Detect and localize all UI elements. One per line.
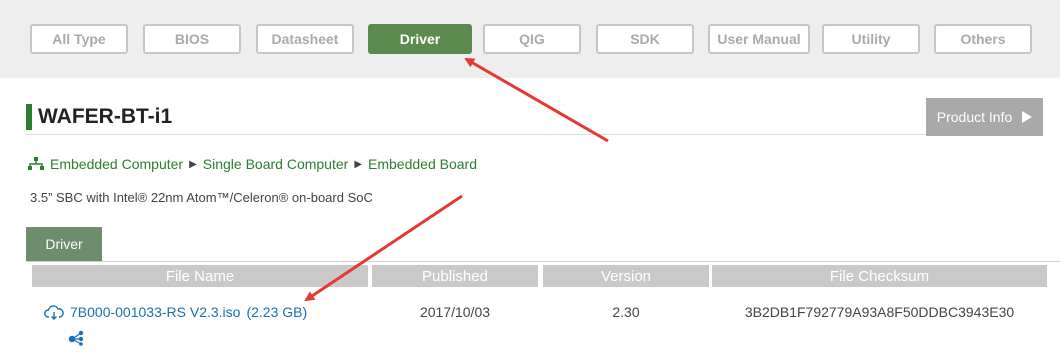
file-checksum-cell: 3B2DB1F792779A93A8F50DDBC3943E30 [744,304,1015,320]
filter-datasheet-button[interactable]: Datasheet [256,24,354,54]
column-header-published: Published [372,265,538,287]
column-header-file-checksum: File Checksum [712,265,1047,287]
filter-others-button[interactable]: Others [934,24,1032,54]
file-name-text: 7B000-001033-RS V2.3.iso [70,304,241,320]
version-cell: 2.30 [612,304,640,320]
page-title: WAFER-BT-i1 [38,105,173,128]
breadcrumb-item-embedded-computer[interactable]: Embedded Computer [50,156,183,172]
title-divider [26,134,926,135]
product-description: 3.5” SBC with Intel® 22nm Atom™/Celeron®… [30,190,373,205]
play-arrow-icon [1022,111,1033,123]
product-info-label: Product Info [936,109,1013,125]
breadcrumb-item-single-board-computer[interactable]: Single Board Computer [203,156,349,172]
filter-bios-button[interactable]: BIOS [143,24,241,54]
filter-user-manual-button[interactable]: User Manual [708,24,810,54]
breadcrumb: Embedded Computer ▶ Single Board Compute… [28,154,477,174]
published-date-cell: 2017/10/03 [419,304,491,320]
filter-utility-button[interactable]: Utility [822,24,920,54]
title-accent-bar [26,104,32,130]
file-download-link[interactable]: 7B000-001033-RS V2.3.iso (2.23 GB) [44,303,307,321]
filter-bar: All Type BIOS Datasheet Driver QIG SDK U… [0,0,1060,78]
filter-qig-button[interactable]: QIG [483,24,581,54]
file-size-text: (2.23 GB) [246,304,308,320]
product-info-button[interactable]: Product Info [926,98,1043,136]
breadcrumb-separator-icon: ▶ [189,158,197,170]
tab-driver[interactable]: Driver [26,227,102,261]
breadcrumb-item-embedded-board[interactable]: Embedded Board [368,156,477,172]
column-header-file-name: File Name [32,265,368,287]
share-icon[interactable] [68,330,86,346]
filter-driver-button[interactable]: Driver [368,24,472,54]
filter-sdk-button[interactable]: SDK [596,24,694,54]
sitemap-icon [28,157,44,170]
column-header-version: Version [543,265,709,287]
filter-all-type-button[interactable]: All Type [30,24,128,54]
cloud-download-icon [44,305,64,320]
breadcrumb-separator-icon: ▶ [354,158,363,170]
